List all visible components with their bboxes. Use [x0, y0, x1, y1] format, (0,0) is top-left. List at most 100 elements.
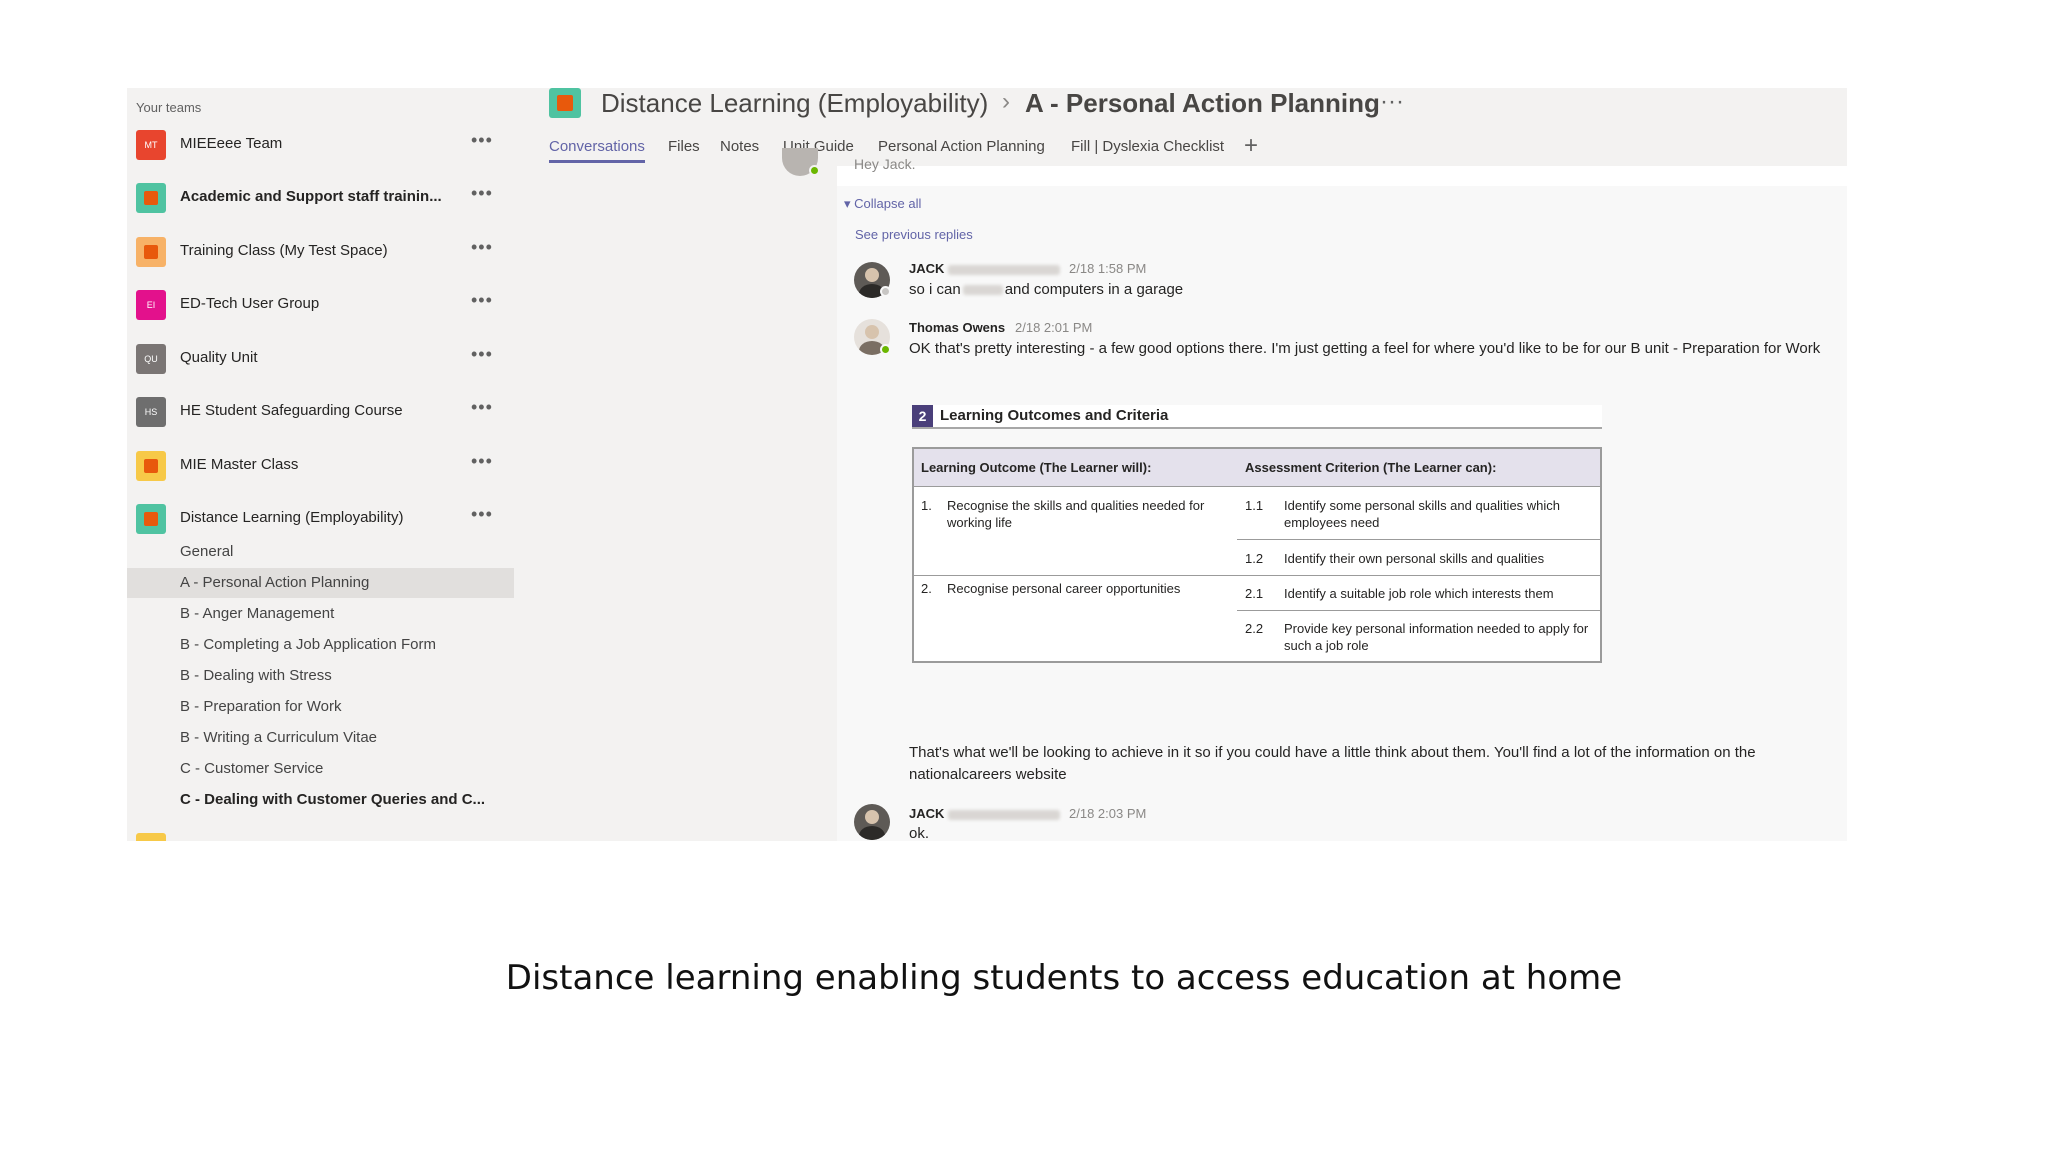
your-teams-heading: Your teams — [136, 100, 202, 115]
criterion-text: Identify some personal skills and qualit… — [1284, 498, 1561, 530]
channel-label: B - Dealing with Stress — [180, 667, 332, 684]
collapse-all-label: Collapse all — [854, 196, 922, 211]
more-options-icon[interactable]: ••• — [471, 397, 493, 418]
status-indicator — [880, 286, 891, 297]
channel-title: A - Personal Action Planning — [1025, 88, 1380, 118]
team-row-mieeeee[interactable]: MT MIEEeee Team ••• — [127, 124, 514, 164]
team-avatar: HS — [136, 397, 166, 427]
team-title[interactable]: Distance Learning (Employability) — [601, 88, 988, 119]
user-avatar[interactable] — [854, 804, 890, 840]
team-avatar — [136, 237, 166, 267]
channel-header: Distance Learning (Employability) › A - … — [514, 88, 1847, 166]
channel-label: C - Dealing with Customer Queries and C.… — [180, 791, 486, 808]
message-text: That's what we'll be looking to achieve … — [909, 744, 1756, 783]
team-name: MIE Master Class — [180, 456, 299, 473]
team-name: MIEEeee Team — [180, 135, 283, 152]
tab-conversations[interactable]: Conversations — [549, 138, 645, 155]
team-name: Training Class (My Test Space) — [180, 242, 388, 259]
channel-b-preparation-for-work[interactable]: B - Preparation for Work — [127, 692, 514, 722]
more-options-icon[interactable]: ••• — [471, 237, 493, 258]
more-options-icon[interactable]: ••• — [471, 183, 493, 204]
tab-files[interactable]: Files — [668, 138, 700, 155]
more-options-icon[interactable]: ••• — [471, 290, 493, 311]
team-name: ED-Tech User Group — [180, 295, 320, 312]
team-row-mie-master[interactable]: MIE Master Class ••• — [127, 445, 514, 485]
criterion-number: 1.2 — [1245, 551, 1264, 566]
channel-general[interactable]: General — [127, 537, 514, 567]
table-header-row: Learning Outcome (The Learner will): Ass… — [914, 449, 1600, 487]
team-avatar: QU — [136, 344, 166, 374]
tab-dyslexia-checklist[interactable]: Fill | Dyslexia Checklist — [1071, 138, 1224, 155]
team-row-quality-unit[interactable]: QU Quality Unit ••• — [127, 338, 514, 378]
criterion-text: Identify a suitable job role which inter… — [1284, 586, 1554, 601]
team-avatar — [136, 504, 166, 534]
message-text: so i can and computers in a garage — [909, 281, 1184, 298]
more-options-icon[interactable]: ••• — [471, 344, 493, 365]
channel-label: B - Preparation for Work — [180, 698, 342, 715]
message-author: JACK — [909, 806, 1061, 821]
more-options-icon[interactable]: ••• — [471, 504, 493, 525]
tab-personal-action-planning[interactable]: Personal Action Planning — [878, 138, 1045, 155]
criterion-text: Identify their own personal skills and q… — [1284, 551, 1545, 566]
outcome-text: Recognise personal career opportunities — [947, 581, 1181, 596]
outcome-text: Recognise the skills and qualities neede… — [947, 498, 1205, 530]
table-divider — [1237, 610, 1600, 611]
learning-outcomes-heading: 2 Learning Outcomes and Criteria — [912, 405, 1602, 429]
channel-label: General — [180, 543, 234, 560]
team-row-academic-support[interactable]: Academic and Support staff trainin... ••… — [127, 177, 514, 217]
outcome-number: 2. — [921, 581, 932, 596]
message-time: 2/18 2:03 PM — [1069, 806, 1147, 821]
team-row-edtech[interactable]: EI ED-Tech User Group ••• — [127, 284, 514, 324]
channel-b-anger-management[interactable]: B - Anger Management — [127, 599, 514, 629]
active-tab-indicator — [549, 160, 645, 163]
team-avatar-partial — [136, 833, 166, 841]
table-divider — [1237, 539, 1600, 540]
section-title: Learning Outcomes and Criteria — [940, 407, 1169, 424]
message-author: JACK — [909, 261, 1061, 276]
criterion-number: 2.1 — [1245, 586, 1264, 601]
channel-label: B - Writing a Curriculum Vitae — [180, 729, 378, 746]
partial-message: Hey Jack. — [854, 156, 916, 172]
add-tab-button[interactable]: + — [1244, 132, 1258, 160]
criterion-number: 1.1 — [1245, 498, 1264, 513]
tab-notes[interactable]: Notes — [720, 138, 759, 155]
team-row-training-class[interactable]: Training Class (My Test Space) ••• — [127, 231, 514, 271]
channel-c-customer-queries[interactable]: C - Dealing with Customer Queries and C.… — [127, 785, 514, 815]
message-time: 2/18 2:01 PM — [1015, 320, 1093, 335]
slide-caption: Distance learning enabling students to a… — [505, 958, 1623, 998]
outcome-number: 1. — [921, 498, 932, 513]
message-author: Thomas Owens — [909, 320, 1006, 335]
team-avatar: EI — [136, 290, 166, 320]
team-avatar — [136, 451, 166, 481]
teams-sidebar: Your teams MT MIEEeee Team ••• Academic … — [127, 88, 514, 841]
channel-label: B - Completing a Job Application Form — [180, 636, 436, 653]
channel-label: A - Personal Action Planning — [180, 574, 370, 591]
channel-label: B - Anger Management — [180, 605, 335, 622]
channel-b-writing-cv[interactable]: B - Writing a Curriculum Vitae — [127, 723, 514, 753]
team-row-distance-learning[interactable]: Distance Learning (Employability) ••• — [127, 498, 514, 538]
channel-b-job-application[interactable]: B - Completing a Job Application Form — [127, 630, 514, 660]
team-name: Quality Unit — [180, 349, 258, 366]
section-number: 2 — [912, 405, 933, 427]
team-avatar — [549, 88, 581, 118]
team-name: HE Student Safeguarding Course — [180, 402, 403, 419]
team-row-he-safeguarding[interactable]: HS HE Student Safeguarding Course ••• — [127, 391, 514, 431]
channel-a-personal-action-planning[interactable]: A - Personal Action Planning — [127, 568, 514, 598]
more-options-icon[interactable]: ••• — [471, 130, 493, 151]
more-options-icon[interactable]: ••• — [471, 451, 493, 472]
message-text: ok. — [909, 825, 930, 842]
chevron-right-icon: › — [1002, 88, 1010, 115]
channel-c-customer-service[interactable]: C - Customer Service — [127, 754, 514, 784]
channel-b-dealing-with-stress[interactable]: B - Dealing with Stress — [127, 661, 514, 691]
see-previous-replies-link[interactable]: See previous replies — [855, 227, 973, 242]
criterion-text: Provide key personal information needed … — [1284, 621, 1589, 653]
team-name: Distance Learning (Employability) — [180, 509, 404, 526]
collapse-all-link[interactable]: ▾ Collapse all — [844, 196, 921, 212]
more-options-icon[interactable]: ··· — [1380, 88, 1404, 116]
table-header-outcome: Learning Outcome (The Learner will): — [921, 460, 1152, 475]
table-divider — [914, 575, 1600, 576]
team-name: Academic and Support staff trainin... — [180, 188, 442, 205]
message-time: 2/18 1:58 PM — [1069, 261, 1147, 276]
table-header-criterion: Assessment Criterion (The Learner can): — [1245, 460, 1497, 475]
message-text: OK that's pretty interesting - a few goo… — [909, 340, 1821, 357]
